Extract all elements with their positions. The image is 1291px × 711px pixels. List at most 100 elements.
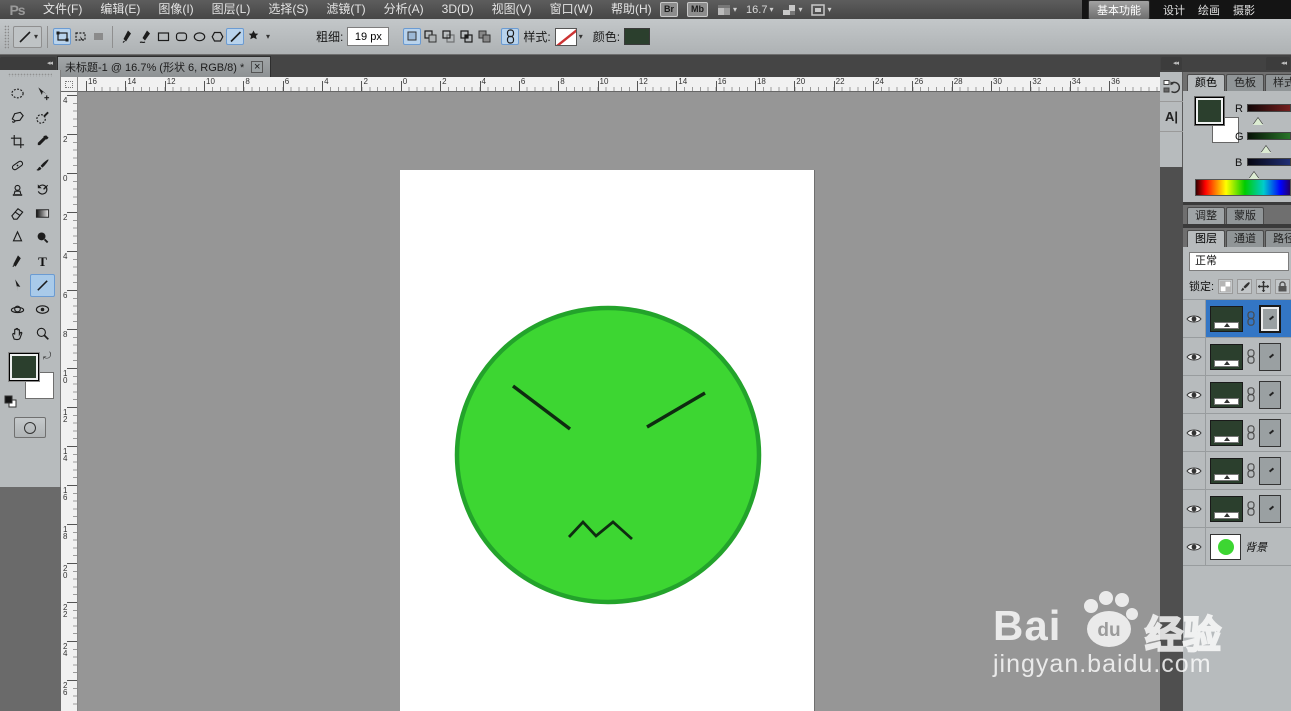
green-slider[interactable] (1247, 132, 1291, 140)
blur-tool[interactable] (5, 226, 30, 249)
fill-layer-thumbnail[interactable] (1210, 381, 1243, 408)
rectangle-tool-button[interactable] (154, 28, 172, 45)
tools-collapse-button[interactable]: ◂◂ (0, 57, 56, 70)
workspace-photography[interactable]: 摄影 (1233, 2, 1255, 18)
hand-tool[interactable] (5, 322, 30, 345)
menu-edit[interactable]: 编辑(E) (91, 0, 149, 19)
menu-layer[interactable]: 图层(L) (203, 0, 260, 19)
layer-mask-link[interactable] (1247, 463, 1255, 478)
3d-orbit-tool[interactable] (30, 298, 55, 321)
dodge-tool[interactable] (30, 226, 55, 249)
crop-tool[interactable] (5, 130, 30, 153)
lock-pixels-button[interactable] (1237, 278, 1253, 294)
fill-layer-thumbnail[interactable] (1210, 457, 1243, 484)
spot-healing-brush-tool[interactable] (5, 154, 30, 177)
dock-collapse-button[interactable]: ◂◂ (1161, 57, 1182, 70)
link-options-button[interactable] (501, 28, 520, 45)
weight-input[interactable] (347, 27, 390, 46)
menu-analysis[interactable]: 分析(A) (375, 0, 433, 19)
polygon-tool-button[interactable] (208, 28, 226, 45)
layer-mask-link[interactable] (1247, 349, 1255, 364)
workspace-painting[interactable]: 绘画 (1198, 2, 1220, 18)
rounded-rectangle-tool-button[interactable] (172, 28, 190, 45)
panels-collapse-button[interactable]: ◂◂ (1266, 57, 1290, 70)
3d-rotate-tool[interactable] (5, 298, 30, 321)
eraser-tool[interactable] (5, 202, 30, 225)
layer-mask-link[interactable] (1247, 501, 1255, 516)
swap-colors-icon[interactable]: ⤾ (43, 351, 51, 362)
document-tab[interactable]: 未标题-1 @ 16.7% (形状 6, RGB/8) * × (57, 56, 272, 77)
menu-image[interactable]: 图像(I) (149, 0, 202, 19)
screen-mode-button[interactable]: ▾ (811, 3, 832, 16)
foreground-color-swatch[interactable] (9, 353, 39, 381)
quick-selection-tool[interactable] (30, 106, 55, 129)
shape-layers-mode-button[interactable] (53, 28, 72, 45)
layer-visibility-toggle[interactable] (1183, 376, 1206, 413)
tab-color[interactable]: 颜色 (1187, 74, 1225, 91)
line-tool[interactable] (30, 274, 55, 297)
shape-options-arrow[interactable]: ▾ (266, 32, 270, 41)
layer-visibility-toggle[interactable] (1183, 338, 1206, 375)
shape-layer-row[interactable] (1183, 490, 1291, 528)
layer-mask-link[interactable] (1247, 311, 1255, 326)
tab-channels[interactable]: 通道 (1226, 230, 1264, 247)
pen-tool[interactable] (5, 250, 30, 273)
red-slider-thumb[interactable] (1253, 113, 1263, 125)
default-colors-icon[interactable] (4, 395, 17, 408)
layer-visibility-toggle[interactable] (1183, 490, 1206, 527)
ruler-origin-corner[interactable] (61, 77, 78, 92)
menu-select[interactable]: 选择(S) (259, 0, 317, 19)
vector-mask-thumbnail[interactable] (1259, 304, 1281, 333)
green-slider-thumb[interactable] (1261, 141, 1271, 153)
background-layer-row[interactable]: 背景 (1183, 528, 1291, 566)
color-spectrum-ramp[interactable] (1195, 179, 1291, 196)
mobile-button[interactable]: Mb (687, 2, 709, 17)
options-grip[interactable] (4, 24, 9, 49)
shape-layer-row[interactable] (1183, 376, 1291, 414)
tab-adjustments[interactable]: 调整 (1187, 207, 1225, 224)
freeform-pen-tool-button[interactable] (136, 28, 154, 45)
arrange-documents-button[interactable]: ▾ (782, 4, 802, 16)
exclude-shape-button[interactable] (475, 28, 493, 45)
add-to-shape-button[interactable] (421, 28, 439, 45)
style-picker[interactable] (554, 27, 577, 46)
tool-panel-grip[interactable] (8, 73, 52, 77)
workspace-essentials[interactable]: 基本功能 (1088, 0, 1150, 20)
gradient-tool[interactable] (30, 202, 55, 225)
lock-all-button[interactable] (1275, 278, 1291, 294)
layer-mask-link[interactable] (1247, 425, 1255, 440)
layer-visibility-toggle[interactable] (1183, 452, 1206, 489)
layer-mask-link[interactable] (1247, 387, 1255, 402)
layer-visibility-toggle[interactable] (1183, 528, 1206, 565)
red-slider[interactable] (1247, 104, 1291, 112)
character-panel-button[interactable]: A| (1160, 102, 1183, 132)
ellipse-tool-button[interactable] (190, 28, 208, 45)
tab-styles[interactable]: 样式 (1265, 74, 1291, 91)
view-extras-button[interactable]: ▾ (717, 4, 737, 16)
menu-3d[interactable]: 3D(D) (433, 0, 483, 19)
vector-mask-thumbnail[interactable] (1259, 418, 1281, 447)
bridge-button[interactable]: Br (660, 2, 679, 17)
fill-layer-thumbnail[interactable] (1210, 495, 1243, 522)
layer-visibility-toggle[interactable] (1183, 414, 1206, 451)
shape-color-swatch[interactable] (624, 28, 651, 45)
canvas-area[interactable] (78, 92, 1160, 711)
shape-layer-row[interactable] (1183, 300, 1291, 338)
line-tool-button[interactable] (226, 28, 245, 45)
horizontal-ruler[interactable]: 16 14 12 10 8 6 4 2 0 2 4 6 8 10 12 14 16 18 20 22 24 26 28 30 3… (78, 77, 1160, 92)
history-brush-tool[interactable] (30, 178, 55, 201)
tool-preset-picker[interactable]: ▾ (13, 25, 43, 48)
style-arrow[interactable]: ▾ (579, 32, 583, 41)
subtract-from-shape-button[interactable] (439, 28, 457, 45)
custom-shape-tool-button[interactable] (244, 28, 262, 45)
blend-mode-select[interactable]: 正常 (1189, 252, 1289, 271)
document-page[interactable] (400, 170, 814, 711)
pen-tool-button[interactable] (118, 28, 136, 45)
polygon-lasso-tool[interactable] (5, 106, 30, 129)
vertical-ruler[interactable]: 4 2 0 2 4 6 8 1 0 1 2 1 4 1 6 1 8 2 0 2 2 2 4 2 6 (61, 92, 78, 711)
lock-position-button[interactable] (1256, 278, 1272, 294)
shape-layer-row[interactable] (1183, 414, 1291, 452)
paths-mode-button[interactable] (71, 28, 89, 45)
type-tool[interactable]: T (30, 250, 55, 273)
fill-layer-thumbnail[interactable] (1210, 305, 1243, 332)
